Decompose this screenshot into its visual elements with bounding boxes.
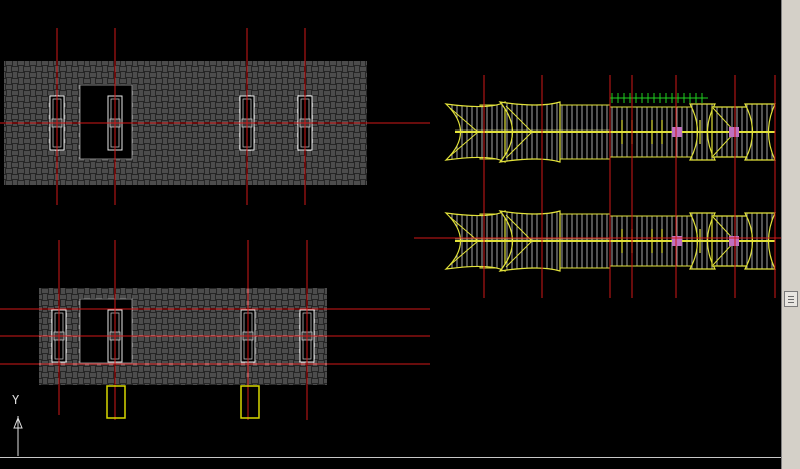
ucs-y-label: Y [12, 393, 20, 407]
viewport-bottom-edge [0, 457, 781, 458]
scroll-thumb-grip-icon [788, 296, 794, 297]
drawing-canvas[interactable]: Y [0, 0, 781, 469]
highlight-box-right [240, 385, 260, 419]
marker-magenta [672, 127, 682, 137]
cad-drawing[interactable] [0, 0, 781, 469]
scroll-thumb-grip-icon [788, 302, 794, 303]
opening [79, 84, 133, 160]
vertical-scrollbar[interactable] [781, 0, 800, 469]
highlight-box-left [106, 385, 126, 419]
marker-magenta [729, 127, 739, 137]
scroll-thumb[interactable] [784, 291, 798, 307]
scroll-thumb-grip-icon [788, 299, 794, 300]
ucs-axis-icon [13, 416, 23, 456]
green-dimension-marks [610, 93, 708, 103]
